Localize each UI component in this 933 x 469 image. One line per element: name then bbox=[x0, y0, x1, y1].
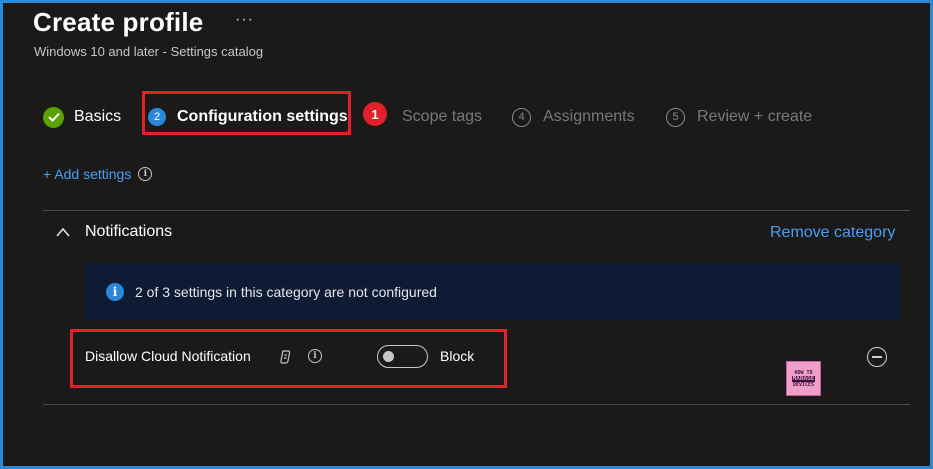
info-icon: i bbox=[106, 282, 124, 301]
watermark-logo: HOW TO MANAGE DEVICES bbox=[786, 361, 821, 396]
step-number-icon: 5 bbox=[666, 107, 685, 127]
annotation-highlight-box bbox=[142, 91, 351, 135]
wizard-step-label: Basics bbox=[74, 108, 122, 125]
page-title: Create profile bbox=[33, 7, 204, 37]
wizard-step-assignments[interactable]: 4 Assignments bbox=[512, 106, 635, 128]
divider bbox=[43, 210, 910, 211]
page-subtitle: Windows 10 and later - Settings catalog bbox=[34, 44, 264, 59]
more-options-button[interactable]: ··· bbox=[235, 11, 254, 29]
wizard-step-label: Scope tags bbox=[402, 108, 483, 125]
category-title: Notifications bbox=[85, 223, 173, 240]
chevron-up-icon[interactable] bbox=[55, 225, 71, 239]
annotation-number-badge: 1 bbox=[363, 102, 387, 126]
remove-category-link[interactable]: Remove category bbox=[770, 224, 895, 242]
window-frame: Create profile ··· Windows 10 and later … bbox=[0, 0, 933, 469]
divider bbox=[43, 404, 910, 405]
wizard-step-label: Assignments bbox=[543, 108, 635, 125]
info-message-bar: i 2 of 3 settings in this category are n… bbox=[85, 263, 900, 320]
info-icon[interactable]: i bbox=[138, 167, 153, 181]
info-message-text: 2 of 3 settings in this category are not… bbox=[135, 283, 437, 300]
annotation-highlight-box bbox=[70, 329, 507, 388]
add-settings-link[interactable]: + Add settings i bbox=[43, 166, 153, 182]
wizard-step-scope-tags[interactable]: Scope tags bbox=[385, 106, 482, 128]
watermark-line: DEVICES bbox=[792, 381, 815, 388]
wizard-step-review-create[interactable]: 5 Review + create bbox=[666, 106, 812, 128]
wizard-step-basics[interactable]: Basics bbox=[43, 106, 121, 128]
wizard-step-label: Review + create bbox=[697, 108, 813, 125]
add-settings-label: + Add settings bbox=[43, 166, 132, 182]
step-number-icon: 4 bbox=[512, 107, 531, 127]
check-icon bbox=[43, 106, 64, 128]
remove-setting-icon[interactable] bbox=[867, 347, 887, 367]
